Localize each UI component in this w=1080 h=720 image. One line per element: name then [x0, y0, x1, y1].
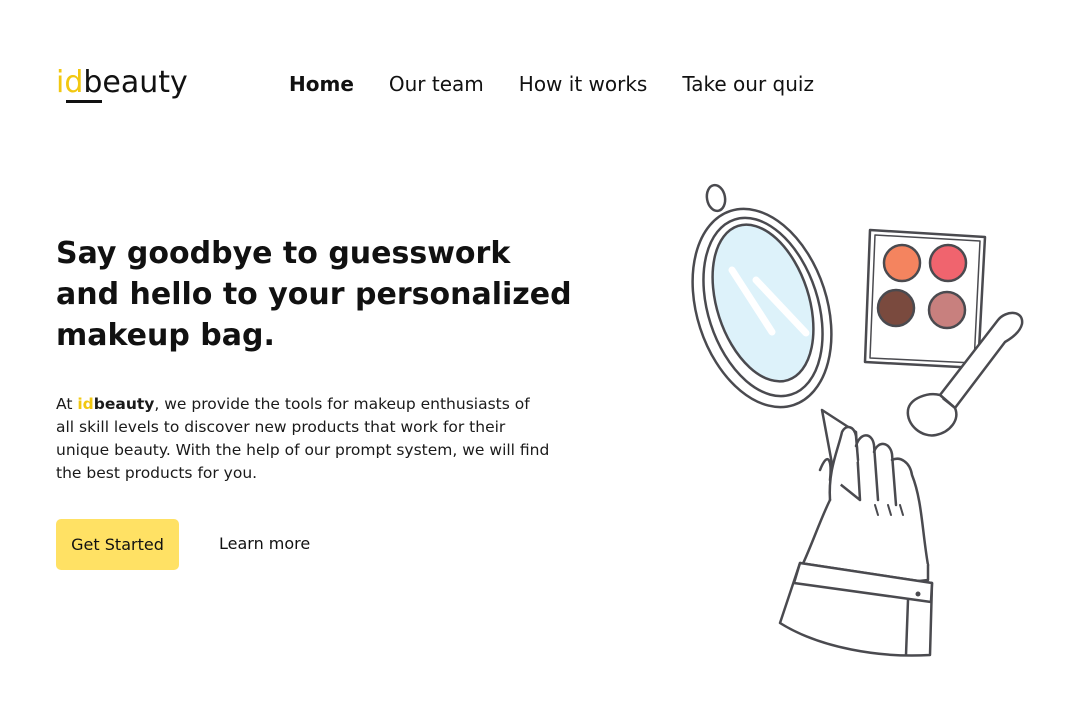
hero-headline-line: makeup bag. [56, 318, 275, 353]
logo-prefix: id [56, 65, 84, 100]
logo[interactable]: idbeauty [56, 63, 188, 103]
desc-brand-suffix: beauty [93, 395, 155, 413]
logo-suffix: beauty [83, 65, 188, 100]
main-nav: Home Our team How it works Take our quiz [289, 70, 849, 98]
nav-item-how-it-works[interactable]: How it works [519, 70, 648, 98]
eyeshadow-palette-icon [863, 228, 987, 370]
hand-mirror-icon [691, 183, 862, 502]
nav-item-take-our-quiz[interactable]: Take our quiz [682, 70, 814, 98]
get-started-button[interactable]: Get Started [56, 519, 179, 570]
landing-page: idbeauty Home Our team How it works Take… [0, 0, 1080, 720]
palette-pan-rose [927, 290, 967, 330]
hero-headline-line: Say goodbye to guesswork [56, 236, 511, 271]
nav-item-home[interactable]: Home [289, 70, 354, 98]
palette-pan-brown [876, 288, 916, 328]
hero-headline: Say goodbye to guesswork and hello to yo… [56, 233, 576, 356]
hero-description: At idbeauty, we provide the tools for ma… [56, 393, 551, 485]
hand-icon [778, 425, 934, 657]
logo-underline [66, 100, 102, 103]
nav-item-our-team[interactable]: Our team [389, 70, 484, 98]
palette-pan-orange [882, 243, 922, 283]
desc-brand-prefix: id [77, 395, 94, 413]
learn-more-link[interactable]: Learn more [219, 533, 310, 555]
desc-before: At [56, 395, 78, 413]
hero-headline-line: and hello to your personalized [56, 277, 572, 312]
mirror-makeup-palette-illustration [691, 183, 1024, 657]
palette-pan-pink [928, 243, 968, 283]
